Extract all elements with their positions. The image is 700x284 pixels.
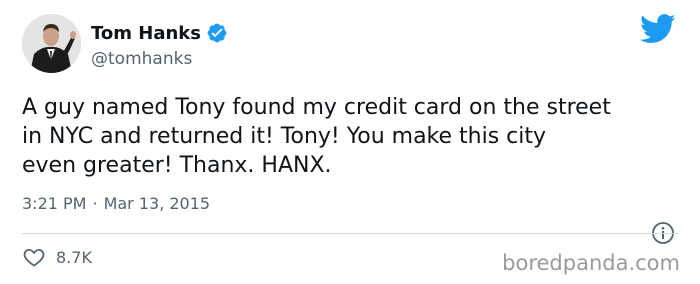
author-name-row: Tom Hanks xyxy=(91,22,228,44)
watermark: boredpanda.com xyxy=(502,251,680,275)
avatar-photo xyxy=(22,14,81,73)
like-count: 8.7K xyxy=(56,247,92,267)
tweet-timestamp[interactable]: 3:21 PM · Mar 13, 2015 xyxy=(22,194,210,213)
tweet-line: A guy named Tony found my credit card on… xyxy=(22,95,611,120)
tweet-line: even greater! Thanx. HANX. xyxy=(22,153,332,178)
divider xyxy=(22,233,678,234)
author-handle[interactable]: @tomhanks xyxy=(91,49,192,69)
like-button[interactable]: 8.7K xyxy=(22,245,92,269)
author-display-name[interactable]: Tom Hanks xyxy=(91,23,201,44)
tweet-date: Mar 13, 2015 xyxy=(103,194,211,213)
tweet-text: A guy named Tony found my credit card on… xyxy=(22,93,682,180)
twitter-bird-icon[interactable] xyxy=(640,14,676,44)
tweet-time: 3:21 PM xyxy=(22,194,87,213)
timestamp-separator: · xyxy=(92,194,98,213)
heart-icon xyxy=(23,248,45,267)
verified-badge-icon xyxy=(207,23,227,43)
tweet-line: in NYC and returned it! Tony! You make t… xyxy=(22,124,547,149)
avatar[interactable] xyxy=(22,14,81,73)
